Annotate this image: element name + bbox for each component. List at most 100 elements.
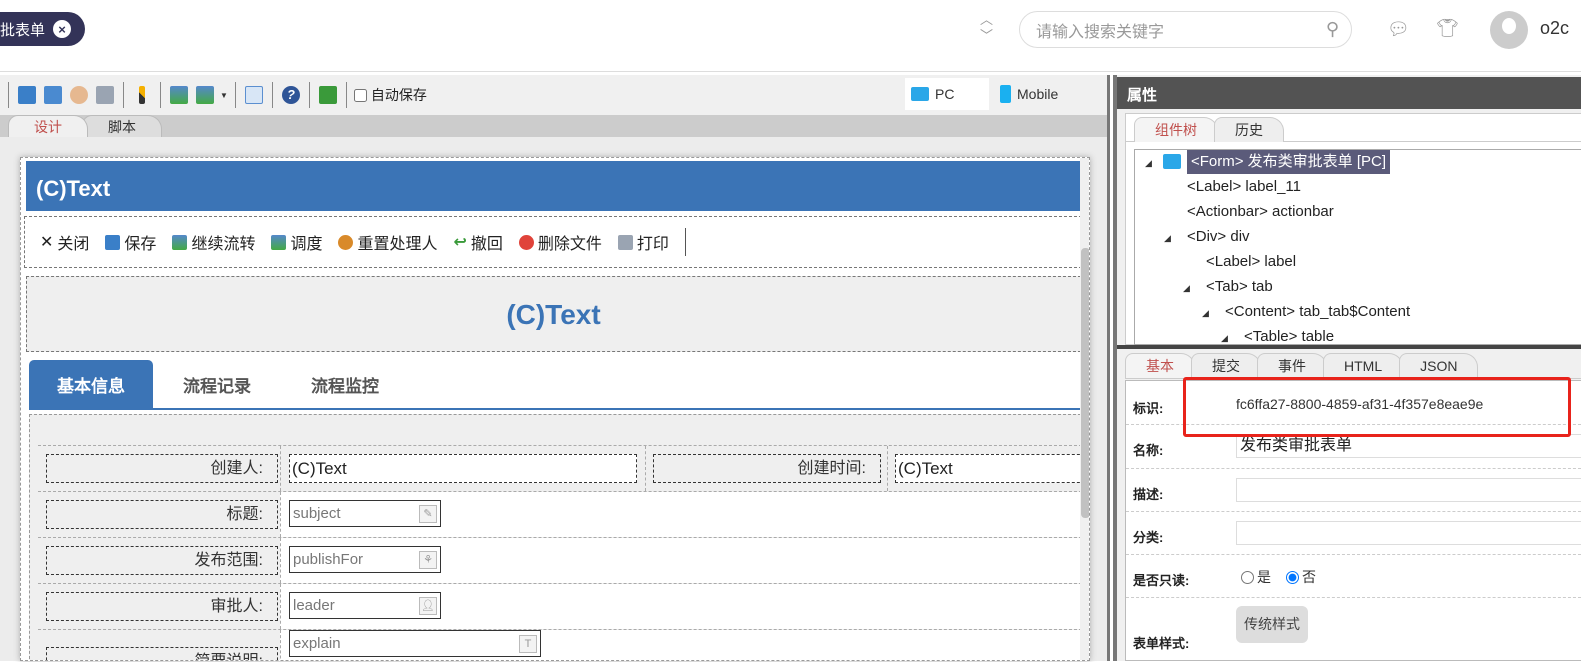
tree-node-label[interactable]: <Label> label_11 [1187, 175, 1301, 199]
undo-icon: ↩ [453, 234, 467, 251]
design-tabs: 设计 脚本 [0, 115, 1107, 137]
action-dispatch[interactable]: 调度 [271, 230, 322, 254]
tab-submit[interactable]: 提交 [1191, 353, 1261, 378]
chevron-down-icon[interactable]: ﹀ [980, 28, 993, 44]
document-tab-label: 批表单 [0, 21, 46, 39]
tab-basic-info[interactable]: 基本信息 [29, 360, 153, 408]
tree-node-form[interactable]: <Form> 发布类审批表单 [PC] [1187, 150, 1391, 174]
tab-json[interactable]: JSON [1399, 353, 1479, 378]
explain-input[interactable]: explain T [289, 630, 541, 657]
action-retract[interactable]: ↩ 撤回 [453, 230, 502, 254]
creator-label[interactable]: 创建人: [46, 454, 278, 483]
action-print[interactable]: 打印 [617, 230, 669, 254]
tab-flow-monitor[interactable]: 流程监控 [281, 360, 409, 408]
autosave-checkbox[interactable]: 自动保存 [353, 85, 427, 105]
pc-label: PC [935, 86, 955, 102]
tree-node-tab[interactable]: <Tab> tab [1206, 275, 1273, 299]
action-delete[interactable]: 删除文件 [518, 230, 602, 254]
pc-view-button[interactable]: PC [905, 78, 989, 110]
expand-icon[interactable]: ◢ [1164, 233, 1171, 244]
username[interactable]: o2c [1540, 18, 1569, 39]
leader-input[interactable]: leader 👤︎ [289, 592, 441, 619]
export-icon[interactable] [168, 84, 190, 106]
publish-for-value: publishFor [293, 551, 364, 568]
expand-icon[interactable]: ◢ [1145, 158, 1152, 169]
tab-basic[interactable]: 基本 [1125, 353, 1195, 378]
expand-icon[interactable]: ◢ [1221, 333, 1228, 344]
tab-component-tree[interactable]: 组件树 [1134, 117, 1218, 142]
subject-input[interactable]: subject ✎ [289, 500, 441, 527]
approver-label[interactable]: 审批人: [46, 592, 278, 621]
subject-label[interactable]: 标题: [46, 500, 278, 529]
tab-html[interactable]: HTML [1323, 353, 1404, 378]
form-title[interactable]: (C)Text [26, 276, 1081, 352]
action-save[interactable]: 保存 [105, 230, 156, 254]
form-style-label: 表单样式: [1133, 636, 1190, 651]
save-as-icon[interactable] [42, 84, 64, 106]
mobile-icon [1000, 85, 1011, 103]
readonly-no-radio[interactable]: 否 [1286, 567, 1316, 587]
save-icon [105, 234, 121, 250]
tree-node-table[interactable]: <Table> table [1244, 325, 1334, 344]
mobile-label: Mobile [1017, 86, 1059, 102]
print-icon[interactable] [94, 84, 116, 106]
create-time-value[interactable]: (C)Text [895, 454, 1089, 483]
magic-wand-icon[interactable] [131, 84, 153, 106]
tree-node-actionbar[interactable]: <Actionbar> actionbar [1187, 200, 1334, 224]
list-icon[interactable] [243, 84, 265, 106]
chevron-up-icon[interactable]: ︿ [980, 12, 993, 28]
category-input[interactable] [1236, 521, 1581, 545]
help-icon[interactable]: ? [280, 84, 302, 106]
autosave-check[interactable] [353, 88, 367, 102]
name-input[interactable]: 发布类审批表单 [1236, 434, 1581, 458]
actionbar[interactable]: ✕ 关闭 保存 继续流转 调度 重置处理人 ↩ 撤回 删除文件 打印 [24, 216, 1082, 268]
save-icon[interactable] [16, 84, 38, 106]
expand-icon[interactable]: ◢ [1202, 308, 1209, 319]
mobile-view-button[interactable]: Mobile [1000, 78, 1058, 110]
form-header[interactable]: (C)Text [26, 161, 1081, 211]
readonly-yes-radio[interactable]: 是 [1241, 567, 1271, 587]
tab-flow-record[interactable]: 流程记录 [153, 360, 281, 408]
name-label: 名称: [1133, 443, 1164, 458]
tree-node-div[interactable]: <Div> div [1187, 225, 1250, 249]
tab-design[interactable]: 设计 [8, 115, 88, 137]
chat-icon[interactable]: 💬︎ [1387, 19, 1410, 40]
form-table: 创建人: (C)Text 创建时间: (C)Text 标题: subject ✎ … [29, 414, 1089, 660]
search-input[interactable]: 请输入搜索关键字 ⚲ [1019, 11, 1352, 48]
import-dropdown-icon[interactable] [194, 84, 216, 106]
expand-icon[interactable]: ◢ [1183, 283, 1190, 294]
action-close[interactable]: ✕ 关闭 [40, 230, 89, 254]
skin-icon[interactable]: 👕︎ [1436, 18, 1459, 39]
tab-script[interactable]: 脚本 [82, 115, 162, 137]
scroll-arrows[interactable]: ︿ ﹀ [980, 12, 993, 44]
document-tab[interactable]: 批表单 × [0, 12, 86, 46]
tree-node-label[interactable]: <Label> label [1206, 250, 1296, 274]
tab-events[interactable]: 事件 [1257, 353, 1327, 378]
description-input[interactable] [1236, 478, 1581, 502]
component-tree: ◢ <Form> 发布类审批表单 [PC] <Label> label_11 <… [1134, 149, 1581, 345]
explain-label[interactable]: 简要说明: [46, 647, 278, 660]
publish-for-input[interactable]: publishFor ⚘ [289, 546, 441, 573]
properties-panel: 属性 组件树 历史 ◢ <Form> 发布类审批表单 [PC] <Label> … [1113, 75, 1581, 661]
scrollbar-thumb[interactable] [1081, 248, 1089, 518]
tree-node-content[interactable]: <Content> tab_tab$Content [1225, 300, 1410, 324]
layers-icon[interactable] [317, 84, 339, 106]
tab-history[interactable]: 历史 [1214, 117, 1284, 142]
create-time-label[interactable]: 创建时间: [653, 454, 881, 483]
category-label: 分类: [1133, 530, 1164, 545]
delete-icon [518, 234, 534, 250]
publish-scope-label[interactable]: 发布范围: [46, 546, 278, 575]
action-continue[interactable]: 继续流转 [172, 230, 255, 254]
radio-no[interactable] [1286, 570, 1299, 584]
properties-title: 属性 [1117, 77, 1581, 109]
close-icon[interactable]: × [53, 20, 72, 38]
action-reset-handler[interactable]: 重置处理人 [338, 230, 437, 254]
panel-splitter[interactable] [1117, 345, 1581, 349]
classic-style-button[interactable]: 传统样式 [1236, 606, 1308, 643]
creator-value[interactable]: (C)Text [289, 454, 637, 483]
flow-icon [172, 234, 188, 250]
avatar[interactable] [1490, 11, 1528, 49]
search-icon[interactable]: ⚲ [1326, 19, 1339, 40]
radio-yes[interactable] [1241, 570, 1254, 584]
preview-eye-icon[interactable] [68, 84, 90, 106]
